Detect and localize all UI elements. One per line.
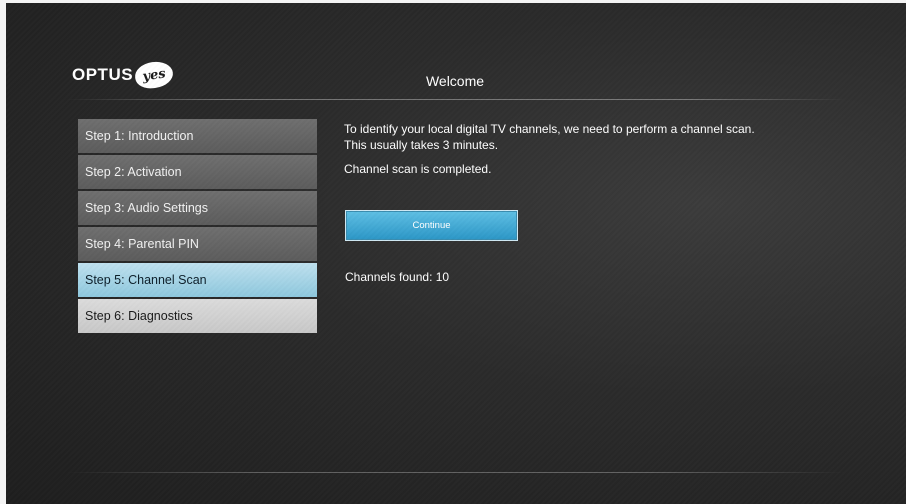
- channels-found-text: Channels found: 10: [345, 270, 450, 284]
- step-diagnostics[interactable]: Step 6: Diagnostics: [78, 299, 317, 333]
- brand-name: OPTUS: [72, 65, 134, 84]
- step-content: To identify your local digital TV channe…: [344, 121, 764, 284]
- step-audio-settings[interactable]: Step 3: Audio Settings: [78, 191, 317, 225]
- page-title: Welcome: [425, 73, 485, 89]
- setup-steps-list: Step 1: Introduction Step 2: Activation …: [78, 119, 317, 335]
- scan-status: Channel scan is completed.: [344, 162, 492, 176]
- step-activation[interactable]: Step 2: Activation: [78, 155, 317, 189]
- optus-yes-logo: OPTUS yes: [72, 59, 175, 91]
- scan-description: To identify your local digital TV channe…: [344, 122, 755, 152]
- header-divider: [66, 99, 846, 100]
- step-parental-pin[interactable]: Step 4: Parental PIN: [78, 227, 317, 261]
- footer-divider: [66, 472, 846, 473]
- tv-screen: OPTUS yes Welcome Step 1: Introduction S…: [6, 3, 906, 504]
- step-channel-scan[interactable]: Step 5: Channel Scan: [78, 263, 317, 297]
- yes-badge-icon: yes: [133, 59, 175, 91]
- continue-button[interactable]: Continue: [345, 210, 518, 241]
- step-introduction[interactable]: Step 1: Introduction: [78, 119, 317, 153]
